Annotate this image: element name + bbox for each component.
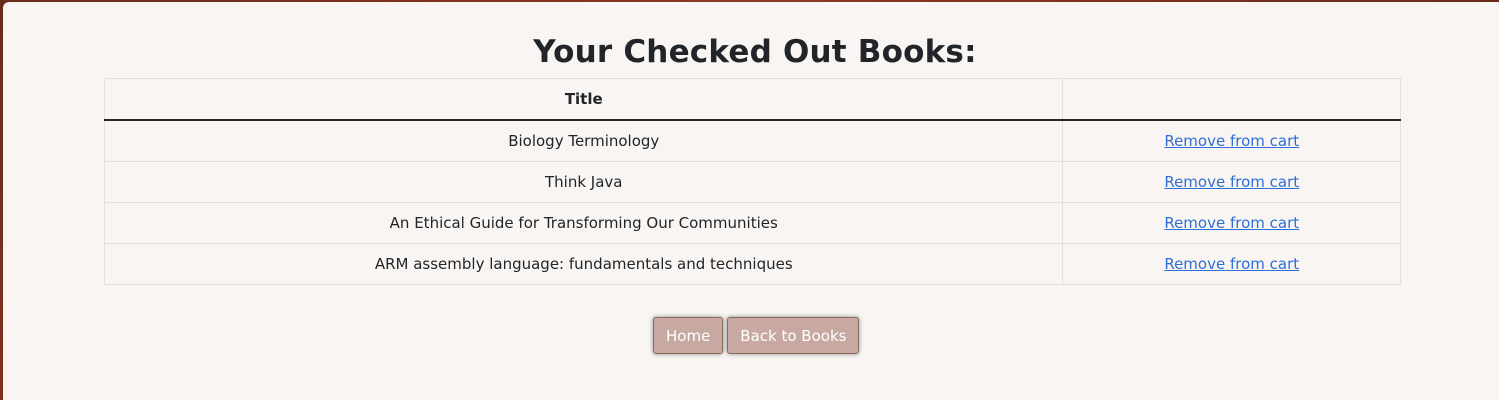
page-title: Your Checked Out Books: bbox=[533, 34, 977, 70]
table-row: ARM assembly language: fundamentals and … bbox=[103, 243, 1401, 285]
back-to-books-button[interactable]: Back to Books bbox=[727, 317, 860, 354]
remove-from-cart-link[interactable]: Remove from cart bbox=[1164, 255, 1299, 273]
book-title-cell: Think Java bbox=[103, 161, 1064, 203]
remove-from-cart-link[interactable]: Remove from cart bbox=[1164, 132, 1299, 150]
home-button[interactable]: Home bbox=[653, 317, 724, 354]
action-cell: Remove from cart bbox=[1062, 243, 1401, 285]
table-row: Biology Terminology Remove from cart bbox=[103, 119, 1401, 162]
table-row: Think Java Remove from cart bbox=[103, 161, 1401, 203]
book-title-cell: Biology Terminology bbox=[103, 119, 1064, 162]
navigation-buttons: Home Back to Books bbox=[653, 317, 860, 354]
remove-from-cart-link[interactable]: Remove from cart bbox=[1164, 214, 1299, 232]
remove-from-cart-link[interactable]: Remove from cart bbox=[1164, 173, 1299, 191]
action-cell: Remove from cart bbox=[1062, 202, 1401, 244]
book-title-cell: An Ethical Guide for Transforming Our Co… bbox=[103, 202, 1064, 244]
title-column-header: Title bbox=[103, 78, 1064, 121]
table-row: An Ethical Guide for Transforming Our Co… bbox=[103, 202, 1401, 244]
content-card: Your Checked Out Books: Title Biology Te… bbox=[3, 2, 1499, 400]
table-header-row: Title bbox=[103, 78, 1401, 121]
action-column-header bbox=[1062, 78, 1401, 121]
checked-out-books-table: Title Biology Terminology Remove from ca… bbox=[103, 78, 1401, 285]
action-cell: Remove from cart bbox=[1062, 161, 1401, 203]
action-cell: Remove from cart bbox=[1062, 119, 1401, 162]
book-title-cell: ARM assembly language: fundamentals and … bbox=[103, 243, 1064, 285]
